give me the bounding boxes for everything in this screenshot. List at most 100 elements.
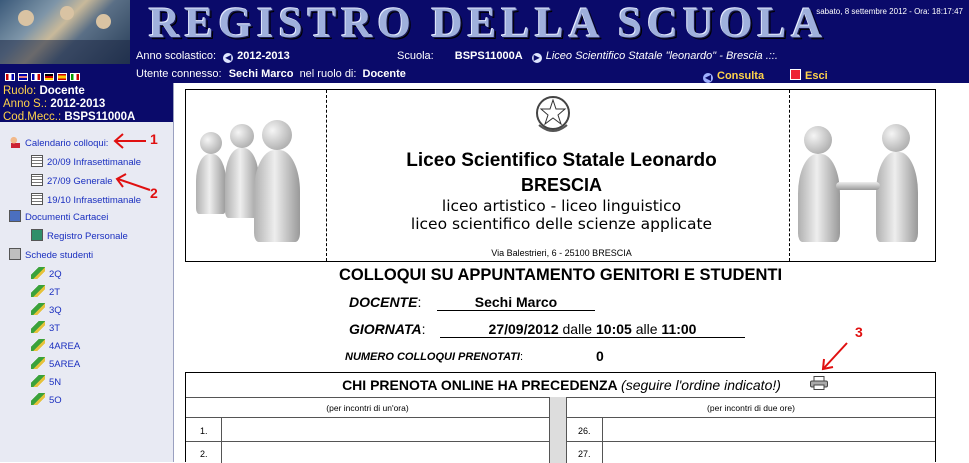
school-banner: Liceo Scientifico Statale Leonardo BRESC… — [185, 89, 936, 262]
utente-label: Utente connesso: — [136, 68, 222, 80]
consulta-icon: ◀ — [703, 73, 713, 83]
row-divider — [186, 441, 549, 442]
column-divider — [602, 417, 603, 463]
giornata-date: 27/09/2012 — [488, 321, 559, 337]
pencil-icon — [31, 303, 45, 315]
sidebar-ruolo-value: Docente — [39, 85, 85, 97]
pencil-icon — [31, 375, 45, 387]
scuola-next-icon[interactable]: ▶ — [531, 53, 542, 63]
sidebar-cod-value: BSPS11000A — [64, 111, 136, 123]
italian-republic-seal-icon — [536, 96, 570, 132]
user-icon — [9, 136, 21, 148]
page-title: COLLOQUI SU APPUNTAMENTO GENITORI E STUD… — [338, 266, 783, 284]
sidebar-item-class-5area[interactable]: 5AREA — [31, 357, 80, 370]
header-photo — [0, 0, 130, 64]
app-title: REGISTRO DELLA SCUOLA — [148, 0, 828, 47]
documents-icon — [9, 210, 21, 222]
table-gap — [549, 397, 567, 463]
pencil-icon — [31, 393, 45, 405]
colon: : — [421, 321, 426, 337]
table-row-number: 26. — [578, 426, 591, 436]
numero-label-text: NUMERO COLLOQUI PRENOTATI — [345, 351, 520, 363]
scuola-label: Scuola: — [397, 50, 434, 62]
pencil-icon — [31, 321, 45, 333]
flag-icon[interactable] — [5, 73, 15, 81]
student-cards-icon — [9, 248, 21, 260]
docente-label-text: DOCENTE — [349, 294, 418, 310]
sidebar-item-class-5n[interactable]: 5N — [31, 375, 61, 388]
esci-link[interactable]: Esci — [790, 66, 828, 84]
flag-icon[interactable] — [57, 73, 67, 81]
annotation-number-3: 3 — [855, 324, 863, 340]
annotation-number-2: 2 — [150, 185, 158, 201]
annotation-number-1: 1 — [150, 131, 158, 147]
flag-icon[interactable] — [31, 73, 41, 81]
anno-prev-icon[interactable]: ◀ — [223, 53, 234, 63]
table-row-number: 1. — [200, 426, 208, 436]
sidebar-item-registro[interactable]: Registro Personale — [31, 229, 128, 242]
pencil-icon — [31, 285, 45, 297]
sidebar-item-class-4area[interactable]: 4AREA — [31, 339, 80, 352]
flag-icon[interactable] — [18, 73, 28, 81]
scuola-selector: Scuola: BSPS11000A ▶ Liceo Scientifico St… — [397, 50, 778, 63]
colon: : — [417, 294, 422, 310]
row-divider — [567, 441, 935, 442]
numero-label: NUMERO COLLOQUI PRENOTATI: — [345, 351, 523, 363]
sidebar-item-class-5o[interactable]: 5O — [31, 393, 62, 406]
sidebar-item-class-3q[interactable]: 3Q — [31, 303, 62, 316]
docente-value: Sechi Marco — [437, 294, 595, 311]
exit-icon — [790, 69, 801, 80]
start-time: 10:05 — [596, 321, 632, 337]
sidebar-item-calendario[interactable]: Calendario colloqui: — [9, 136, 108, 149]
docente-label: DOCENTE: — [349, 294, 421, 310]
calendar-icon — [31, 174, 43, 186]
giornata-value: 27/09/2012 dalle 10:05 alle 11:00 — [440, 321, 745, 338]
consulta-link[interactable]: ◀ Consulta — [703, 66, 764, 84]
ruolo-label: nel ruolo di: — [299, 68, 357, 80]
pencil-icon — [31, 357, 45, 369]
school-address: Via Balestrieri, 6 - 25100 BRESCIA — [491, 248, 632, 258]
giornata-label-text: GIORNATA — [349, 321, 422, 337]
dalle-text: dalle — [562, 321, 593, 337]
flag-icon[interactable] — [44, 73, 54, 81]
ruolo-value: Docente — [362, 68, 406, 80]
utente-name: Sechi Marco — [228, 68, 294, 80]
pencil-icon — [31, 339, 45, 351]
people-illustration-right — [796, 110, 926, 245]
sidebar-info: Ruolo: Docente Anno S.: 2012-2013 Cod.Me… — [0, 83, 173, 123]
annotation-arrow-1 — [113, 133, 146, 149]
annotation-arrow-2 — [115, 173, 151, 191]
table-row-number: 2. — [200, 449, 208, 459]
sidebar-item-class-2q[interactable]: 2Q — [31, 267, 62, 280]
sidebar-item-calendar-0[interactable]: 20/09 Infrasettimanale — [31, 155, 141, 168]
sidebar-item-class-2t[interactable]: 2T — [31, 285, 60, 298]
user-info: Utente connesso: Sechi Marco nel ruolo d… — [136, 68, 406, 80]
sidebar-anno-value: 2012-2013 — [50, 98, 106, 110]
colon: : — [519, 351, 524, 363]
sidebar-ruolo-label: Ruolo: — [3, 85, 37, 97]
table-row-number: 27. — [578, 449, 591, 459]
sidebar-item-schede[interactable]: Schede studenti — [9, 248, 93, 261]
alle-text: alle — [635, 321, 658, 337]
column-header-one-hour: (per incontri di un'ora) — [326, 403, 409, 413]
pencil-icon — [31, 267, 45, 279]
anno-selector: Anno scolastico: ◀ 2012-2013 — [136, 50, 290, 63]
scuola-name: Liceo Scientifico Statale "leonardo" - B… — [545, 50, 778, 62]
sidebar-item-documenti[interactable]: Documenti Cartacei — [9, 210, 108, 223]
booking-title-note: (seguire l'ordine indicato!) — [621, 377, 781, 393]
calendar-icon — [31, 155, 43, 167]
numero-value: 0 — [596, 348, 604, 364]
flag-icon[interactable] — [70, 73, 80, 81]
column-header-two-hours: (per incontri di due ore) — [707, 403, 795, 413]
sidebar-anno-label: Anno S.: — [3, 98, 48, 110]
header-datetime: sabato, 8 settembre 2012 - Ora: 18:17:47 — [816, 7, 963, 16]
column-divider — [221, 417, 222, 463]
sidebar-item-class-3t[interactable]: 3T — [31, 321, 60, 334]
booking-title-main: CHI PRENOTA ONLINE HA PRECEDENZA — [342, 377, 618, 393]
anno-value: 2012-2013 — [237, 50, 290, 62]
row-divider — [567, 417, 935, 418]
sidebar-item-calendar-1[interactable]: 27/09 Generale — [31, 174, 113, 187]
print-icon[interactable] — [810, 376, 828, 390]
scuola-code: BSPS11000A — [454, 50, 523, 62]
end-time: 11:00 — [661, 321, 697, 337]
